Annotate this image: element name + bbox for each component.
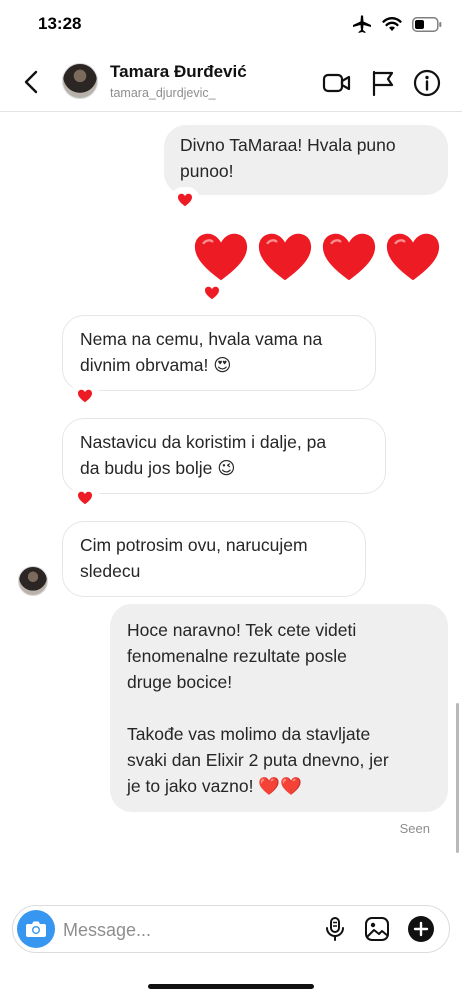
- info-button[interactable]: [412, 68, 442, 98]
- heart-reaction[interactable]: [199, 282, 225, 304]
- message-line: Takođe vas molimo da stavljate: [127, 724, 371, 744]
- seen-indicator: Seen: [399, 821, 430, 836]
- incoming-message[interactable]: Nastavicu da koristim i dalje, pa da bud…: [62, 418, 386, 494]
- message-line: punoo!: [180, 161, 234, 181]
- contact-avatar[interactable]: [62, 63, 98, 99]
- heart-icon: [256, 228, 314, 286]
- chat-header: Tamara Đurđević tamara_djurdjevic_: [0, 52, 462, 112]
- message-line: Divno TaMaraa! Hvala puno: [180, 135, 396, 155]
- back-button[interactable]: [18, 68, 46, 96]
- incoming-message[interactable]: Nema na cemu, hvala vama na divnim obrva…: [62, 315, 376, 391]
- info-icon: [413, 69, 441, 97]
- camera-button[interactable]: [17, 910, 55, 948]
- report-button[interactable]: [368, 68, 398, 98]
- airplane-icon: [352, 15, 372, 33]
- heart-reaction[interactable]: [172, 189, 198, 211]
- message-line: druge bocice!: [127, 672, 233, 692]
- heart-icon: [178, 193, 192, 207]
- voice-message-button[interactable]: [321, 915, 349, 943]
- heart-icon: [192, 228, 250, 286]
- chevron-left-icon: [24, 70, 38, 94]
- message-composer: [12, 905, 450, 953]
- gallery-icon: [365, 917, 389, 941]
- heart-icon: [205, 286, 219, 300]
- contact-name[interactable]: Tamara Đurđević: [110, 62, 247, 82]
- message-line: Nastavicu da koristim i dalje, pa: [80, 432, 327, 452]
- video-call-icon: [322, 73, 351, 93]
- message-line: Nema na cemu, hvala vama na: [80, 329, 323, 349]
- message-line: fenomenalne rezultate posle: [127, 646, 347, 666]
- incoming-message[interactable]: Cim potrosim ovu, narucujem sledecu: [62, 521, 366, 597]
- message-line: Hoce naravno! Tek cete videti: [127, 620, 357, 640]
- message-line: sledecu: [80, 561, 141, 581]
- heart-icon: [78, 491, 92, 505]
- heart-reaction[interactable]: [72, 487, 98, 509]
- contact-username[interactable]: tamara_djurdjevic_: [110, 86, 216, 100]
- plus-icon: [408, 916, 434, 942]
- gallery-button[interactable]: [363, 915, 391, 943]
- heart-icon: [384, 228, 442, 286]
- message-line: Cim potrosim ovu, narucujem: [80, 535, 308, 555]
- more-button[interactable]: [407, 915, 435, 943]
- message-line: [127, 695, 431, 721]
- status-time: 13:28: [38, 14, 82, 33]
- message-line: je to jako vazno! ❤️❤️: [127, 776, 302, 796]
- wifi-icon: [382, 16, 402, 32]
- flag-icon: [372, 70, 394, 97]
- heart-icon: [78, 389, 92, 403]
- message-line: svaki dan Elixir 2 puta dnevno, jer: [127, 750, 389, 770]
- message-thread[interactable]: Divno TaMaraa! Hvala puno punoo! Nema na…: [0, 113, 462, 893]
- status-icons: [352, 15, 442, 33]
- outgoing-message[interactable]: Hoce naravno! Tek cete videti fenomenaln…: [110, 604, 448, 812]
- heart-reaction[interactable]: [72, 385, 98, 407]
- heart-icon: [320, 228, 378, 286]
- microphone-icon: [326, 917, 344, 941]
- message-line: divnim obrvama! 😍: [80, 355, 232, 375]
- message-input[interactable]: [63, 917, 283, 943]
- camera-icon: [26, 921, 46, 937]
- message-line: da budu jos bolje 😉: [80, 458, 236, 478]
- sender-avatar[interactable]: [18, 566, 48, 596]
- battery-icon: [412, 16, 442, 32]
- status-bar: 13:28: [0, 0, 462, 50]
- home-indicator[interactable]: [148, 984, 314, 989]
- video-call-button[interactable]: [322, 68, 352, 98]
- outgoing-message[interactable]: Divno TaMaraa! Hvala puno punoo!: [164, 125, 448, 195]
- scrollbar-thumb[interactable]: [456, 703, 459, 853]
